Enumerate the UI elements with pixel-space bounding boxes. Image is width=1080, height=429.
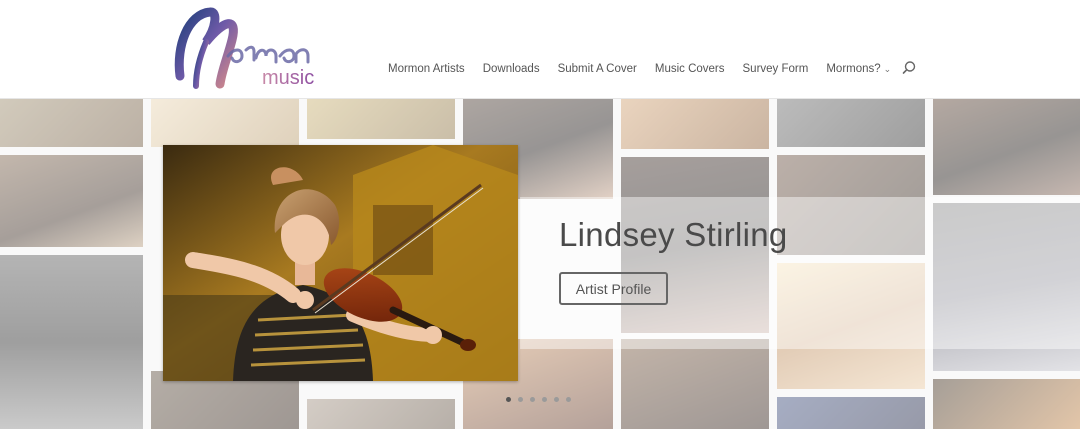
hero-slider: Lindsey Stirling Artist Profile [0, 99, 1080, 429]
svg-text:music: music [262, 67, 314, 89]
nav-mormons-label: Mormons? [826, 63, 881, 75]
violinist-image [163, 145, 518, 381]
slider-dot[interactable] [542, 397, 547, 402]
chevron-down-icon: ⌄ [883, 64, 892, 74]
slide-title: Lindsey Stirling [559, 216, 788, 253]
site-header: music Mormon Artists Downloads Submit A … [0, 0, 1080, 99]
nav-downloads[interactable]: Downloads [483, 63, 540, 75]
search-button[interactable] [901, 60, 917, 76]
slider-pagination [506, 397, 578, 402]
slider-dot[interactable] [530, 397, 535, 402]
slider-dot[interactable] [506, 397, 511, 402]
search-icon [902, 61, 916, 74]
slider-dot[interactable] [554, 397, 559, 402]
nav-mormons-dropdown[interactable]: Mormons? ⌄ [826, 63, 891, 75]
artist-profile-button[interactable]: Artist Profile [559, 272, 668, 305]
nav-mormon-artists[interactable]: Mormon Artists [388, 63, 465, 75]
featured-artist-photo [163, 145, 518, 381]
slider-dot[interactable] [518, 397, 523, 402]
mormon-music-logo-icon: music [174, 7, 314, 89]
nav-music-covers[interactable]: Music Covers [655, 63, 725, 75]
site-logo[interactable]: music [166, 6, 326, 96]
slider-dot[interactable] [566, 397, 571, 402]
nav-survey-form[interactable]: Survey Form [743, 63, 809, 75]
nav-submit-a-cover[interactable]: Submit A Cover [558, 63, 637, 75]
main-navigation: Mormon Artists Downloads Submit A Cover … [388, 61, 909, 77]
